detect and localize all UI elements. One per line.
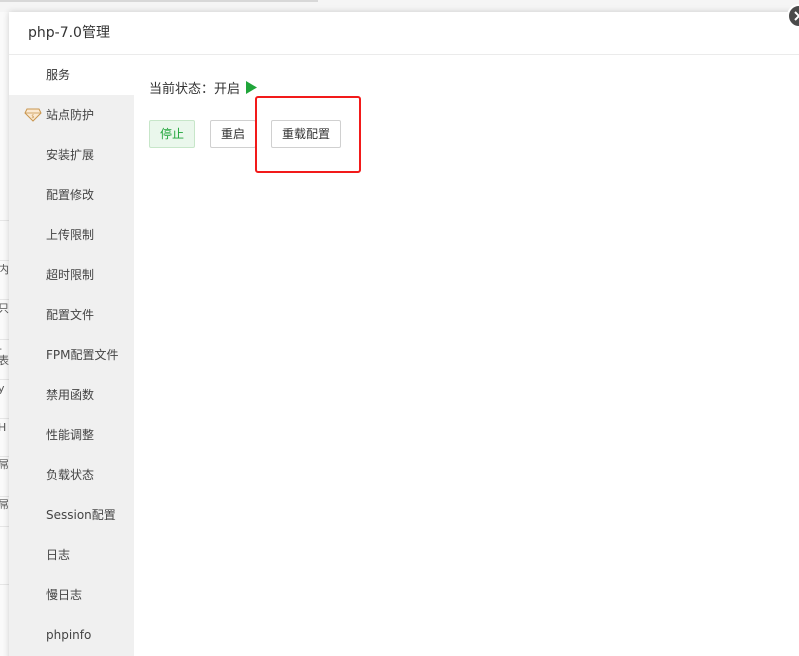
sidebar-item-label: 站点防护	[46, 108, 95, 122]
background-divider	[0, 526, 9, 527]
sidebar-item-phpinfo[interactable]: phpinfo	[9, 615, 134, 655]
sidebar-item-slow-log[interactable]: 慢日志	[9, 575, 134, 615]
sidebar-item-label: phpinfo	[46, 628, 92, 642]
stop-button[interactable]: 停止	[149, 120, 195, 148]
sidebar-item-label: 性能调整	[46, 428, 95, 442]
sidebar-item-config-file[interactable]: 配置文件	[9, 295, 134, 335]
sidebar-item-label: FPM配置文件	[46, 348, 119, 362]
background-scroll-track	[0, 0, 318, 2]
sidebar-item-label: 配置文件	[46, 308, 95, 322]
sidebar: 服务 $ 站点防护 安装扩展 配置修改 上传限制 超时限制 配置文件 FPM配置…	[9, 55, 134, 656]
sidebar-item-label: 配置修改	[46, 188, 95, 202]
dialog-header: php-7.0管理	[9, 12, 799, 55]
background-page-left: 内 只 -表 y H 屌 屌	[0, 12, 9, 656]
sidebar-item-fpm-config-file[interactable]: FPM配置文件	[9, 335, 134, 375]
background-divider	[0, 299, 9, 300]
sidebar-item-label: 负载状态	[46, 468, 95, 482]
sidebar-item-disabled-functions[interactable]: 禁用函数	[9, 375, 134, 415]
background-divider	[0, 496, 9, 497]
screen: 内 只 -表 y H 屌 屌 php-7.0管理 服务	[0, 0, 799, 656]
gem-icon: $	[24, 108, 42, 122]
background-divider	[0, 379, 9, 380]
sidebar-item-upload-limit[interactable]: 上传限制	[9, 215, 134, 255]
sidebar-item-site-protection[interactable]: $ 站点防护	[9, 95, 134, 135]
sidebar-item-label: Session配置	[46, 508, 116, 522]
play-icon	[246, 81, 258, 94]
php-manage-dialog: php-7.0管理 服务 $ 站点防护 安装扩展 配置修改 上传限制 超时限制 …	[9, 4, 799, 656]
sidebar-item-config-edit[interactable]: 配置修改	[9, 175, 134, 215]
sidebar-item-session-config[interactable]: Session配置	[9, 495, 134, 535]
background-divider	[0, 260, 9, 261]
sidebar-item-label: 慢日志	[46, 588, 83, 602]
sidebar-item-performance-tuning[interactable]: 性能调整	[9, 415, 134, 455]
svg-text:$: $	[31, 114, 34, 120]
sidebar-item-load-status[interactable]: 负载状态	[9, 455, 134, 495]
background-divider	[0, 220, 9, 221]
sidebar-item-install-extension[interactable]: 安装扩展	[9, 135, 134, 175]
background-divider	[0, 339, 9, 340]
status-line: 当前状态：开启	[149, 81, 258, 98]
sidebar-item-timeout-limit[interactable]: 超时限制	[9, 255, 134, 295]
sidebar-item-service[interactable]: 服务	[9, 55, 134, 95]
restart-button[interactable]: 重启	[210, 120, 256, 148]
sidebar-item-label: 上传限制	[46, 228, 95, 242]
close-icon	[794, 11, 799, 21]
sidebar-item-label: 服务	[46, 68, 71, 82]
sidebar-item-log[interactable]: 日志	[9, 535, 134, 575]
dialog-title: php-7.0管理	[28, 25, 110, 41]
background-divider	[0, 456, 9, 457]
sidebar-item-label: 禁用函数	[46, 388, 95, 402]
sidebar-item-label: 超时限制	[46, 268, 95, 282]
sidebar-item-label: 安装扩展	[46, 148, 95, 162]
sidebar-item-label: 日志	[46, 548, 71, 562]
status-text: 当前状态：开启	[149, 82, 241, 97]
background-divider	[0, 418, 9, 419]
background-divider	[0, 584, 9, 585]
reload-config-button[interactable]: 重载配置	[271, 120, 341, 148]
